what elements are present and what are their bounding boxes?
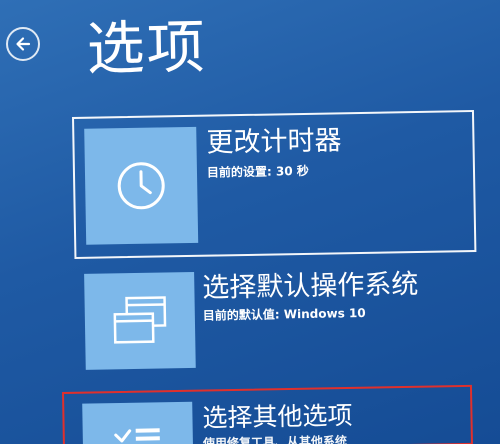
option-tile [82,401,194,444]
option-other-options[interactable]: 选择其他选项 使用修复工具、从其他系统 [62,384,473,444]
option-change-timer[interactable]: 更改计时器 目前的设置: 30 秒 [72,109,477,259]
option-title: 选择默认操作系统 [202,269,419,304]
back-button[interactable] [6,27,40,61]
arrow-left-icon [16,37,31,51]
check-list-icon [114,428,160,443]
clock-icon [117,162,165,210]
option-subtitle: 目前的设置: 30 秒 [206,163,309,180]
option-default-os[interactable]: 选择默认操作系统 目前的默认值: Windows 10 [76,261,478,378]
option-subtitle: 目前的默认值: Windows 10 [202,305,366,323]
page-title: 选项 [86,12,208,83]
option-title: 选择其他选项 [202,400,353,433]
option-subtitle: 使用修复工具、从其他系统 [202,434,348,444]
windows-stack-icon [113,296,167,344]
option-tile [84,271,196,370]
option-title: 更改计时器 [206,125,342,159]
option-tile [84,126,199,245]
